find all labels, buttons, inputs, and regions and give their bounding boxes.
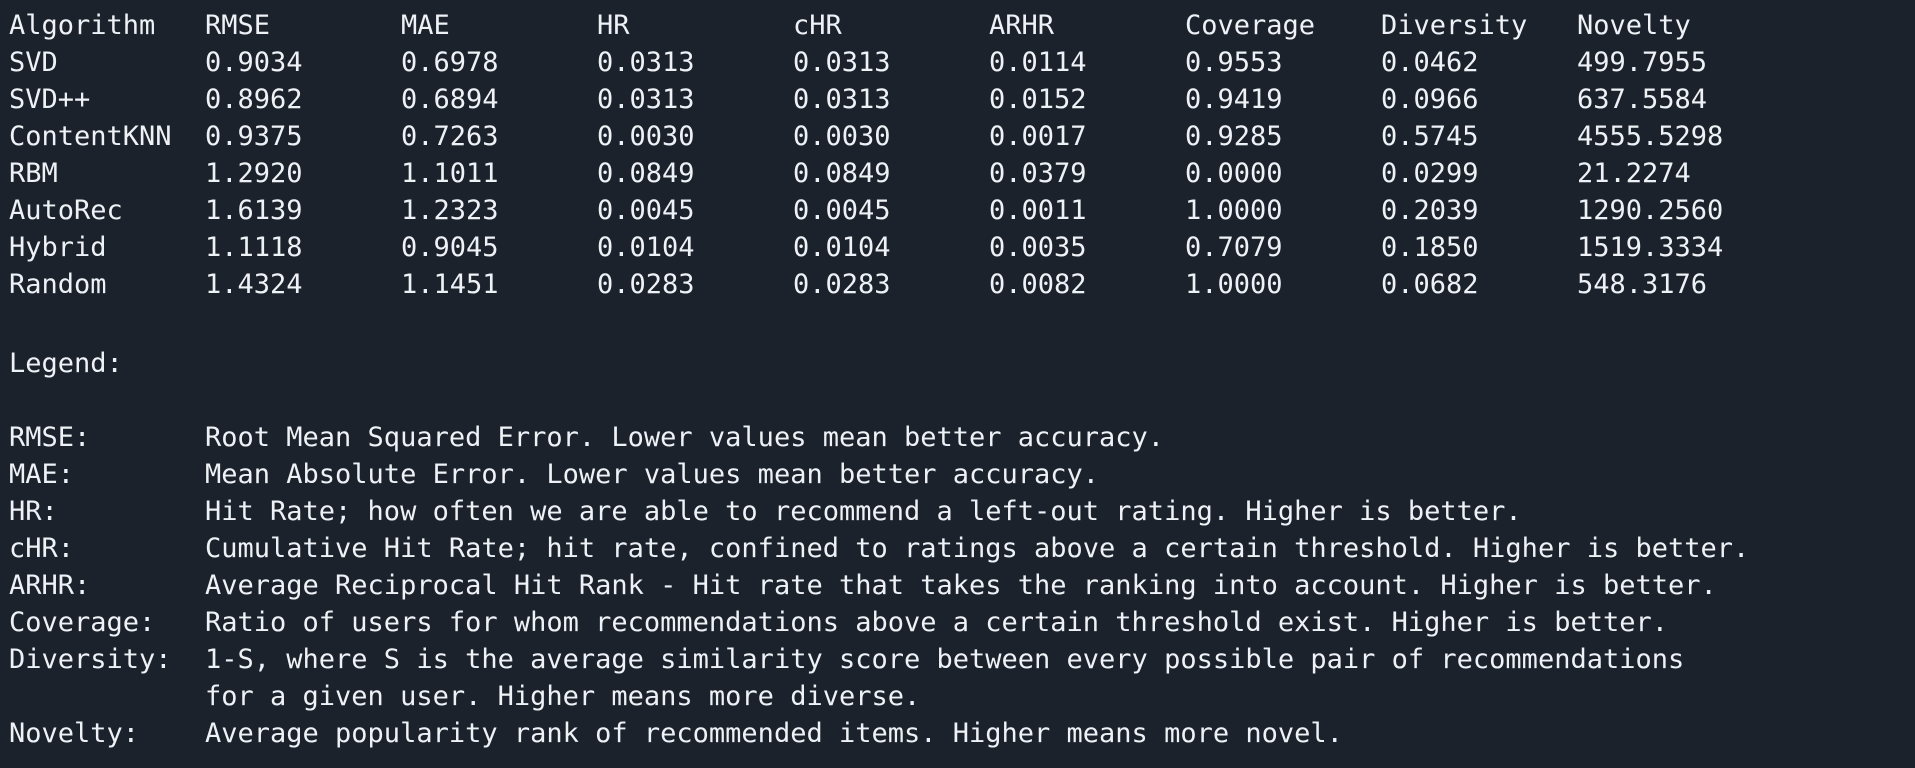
metric-value: 0.7079 — [1185, 232, 1283, 263]
metric-value: 1519.3334 — [1577, 232, 1724, 263]
legend-description: Average popularity rank of recommended i… — [205, 718, 1343, 749]
metric-value: 0.0313 — [793, 84, 891, 115]
metric-value: 0.0849 — [793, 158, 891, 189]
metric-value: 0.0313 — [597, 47, 695, 78]
metric-value: 0.9553 — [1185, 47, 1283, 78]
metric-value: 0.0283 — [597, 269, 695, 300]
metric-value: 0.9285 — [1185, 121, 1283, 152]
metric-value: 0.0000 — [1185, 158, 1283, 189]
legend-term: MAE: — [9, 459, 75, 490]
metric-value: 0.0152 — [989, 84, 1087, 115]
metric-value: 0.0283 — [793, 269, 891, 300]
legend-description: Ratio of users for whom recommendations … — [205, 607, 1668, 638]
column-header: HR — [597, 10, 630, 41]
column-header: MAE — [401, 10, 450, 41]
metric-value: 0.0082 — [989, 269, 1087, 300]
legend-description: Average Reciprocal Hit Rank - Hit rate t… — [205, 570, 1717, 601]
legend-description: 1-S, where S is the average similarity s… — [205, 644, 1685, 675]
metric-value: 1.6139 — [205, 195, 303, 226]
metric-value: 0.0017 — [989, 121, 1087, 152]
legend-description: Hit Rate; how often we are able to recom… — [205, 496, 1522, 527]
metric-value: 0.1850 — [1381, 232, 1479, 263]
metric-value: 0.0104 — [793, 232, 891, 263]
metric-value: 0.9034 — [205, 47, 303, 78]
legend-term: HR: — [9, 496, 58, 527]
metric-value: 0.6894 — [401, 84, 499, 115]
metric-value: 1.0000 — [1185, 195, 1283, 226]
column-header: Algorithm — [9, 10, 156, 41]
legend-term: Diversity: — [9, 644, 172, 675]
metric-value: 0.8962 — [205, 84, 303, 115]
metric-value: 0.0379 — [989, 158, 1087, 189]
legend-description: Cumulative Hit Rate; hit rate, confined … — [205, 533, 1750, 564]
metric-value: 1.1011 — [401, 158, 499, 189]
metric-value: 0.6978 — [401, 47, 499, 78]
metric-value: 21.2274 — [1577, 158, 1691, 189]
metric-value: 0.0045 — [793, 195, 891, 226]
column-header: cHR — [793, 10, 842, 41]
metric-value: 0.0035 — [989, 232, 1087, 263]
metric-value: 0.0030 — [793, 121, 891, 152]
metric-value: 0.0011 — [989, 195, 1087, 226]
metric-value: 1.1118 — [205, 232, 303, 263]
column-header: Coverage — [1185, 10, 1316, 41]
metric-value: 1.4324 — [205, 269, 303, 300]
metric-value: 0.9419 — [1185, 84, 1283, 115]
metric-value: 0.0849 — [597, 158, 695, 189]
metric-value: 0.0682 — [1381, 269, 1479, 300]
legend-description: for a given user. Higher means more dive… — [205, 681, 921, 712]
column-header: RMSE — [205, 10, 271, 41]
metric-value: 4555.5298 — [1577, 121, 1724, 152]
algorithm-name: Hybrid — [9, 232, 107, 263]
metric-value: 0.2039 — [1381, 195, 1479, 226]
terminal-output: Algorithm RMSE MAE HR cHR ARHR Coverage Diversi… — [0, 0, 1915, 768]
metric-value: 637.5584 — [1577, 84, 1708, 115]
metric-value: 0.9045 — [401, 232, 499, 263]
legend-description: Root Mean Squared Error. Lower values me… — [205, 422, 1165, 453]
legend-term: cHR: — [9, 533, 75, 564]
legend-description: Mean Absolute Error. Lower values mean b… — [205, 459, 1100, 490]
metric-value: 0.0462 — [1381, 47, 1479, 78]
metric-value: 499.7955 — [1577, 47, 1708, 78]
algorithm-name: AutoRec — [9, 195, 123, 226]
metric-value: 0.9375 — [205, 121, 303, 152]
metric-value: 0.0114 — [989, 47, 1087, 78]
column-header: ARHR — [989, 10, 1055, 41]
metric-value: 1.0000 — [1185, 269, 1283, 300]
legend-term: ARHR: — [9, 570, 91, 601]
legend-title: Legend: — [9, 348, 123, 379]
algorithm-name: RBM — [9, 158, 58, 189]
column-header: Novelty — [1577, 10, 1691, 41]
legend-term: Novelty: — [9, 718, 140, 749]
metric-value: 0.0966 — [1381, 84, 1479, 115]
metric-value: 1290.2560 — [1577, 195, 1724, 226]
metric-value: 1.2323 — [401, 195, 499, 226]
algorithm-name: SVD++ — [9, 84, 91, 115]
metric-value: 0.0045 — [597, 195, 695, 226]
column-header: Diversity — [1381, 10, 1528, 41]
algorithm-name: SVD — [9, 47, 58, 78]
metric-value: 0.0030 — [597, 121, 695, 152]
metric-value: 0.0313 — [597, 84, 695, 115]
legend-term: RMSE: — [9, 422, 91, 453]
legend-term: Coverage: — [9, 607, 156, 638]
metric-value: 0.5745 — [1381, 121, 1479, 152]
metric-value: 548.3176 — [1577, 269, 1708, 300]
algorithm-name: ContentKNN — [9, 121, 172, 152]
metric-value: 0.0104 — [597, 232, 695, 263]
metric-value: 1.1451 — [401, 269, 499, 300]
metric-value: 0.0299 — [1381, 158, 1479, 189]
metric-value: 0.7263 — [401, 121, 499, 152]
algorithm-name: Random — [9, 269, 107, 300]
metric-value: 1.2920 — [205, 158, 303, 189]
metric-value: 0.0313 — [793, 47, 891, 78]
